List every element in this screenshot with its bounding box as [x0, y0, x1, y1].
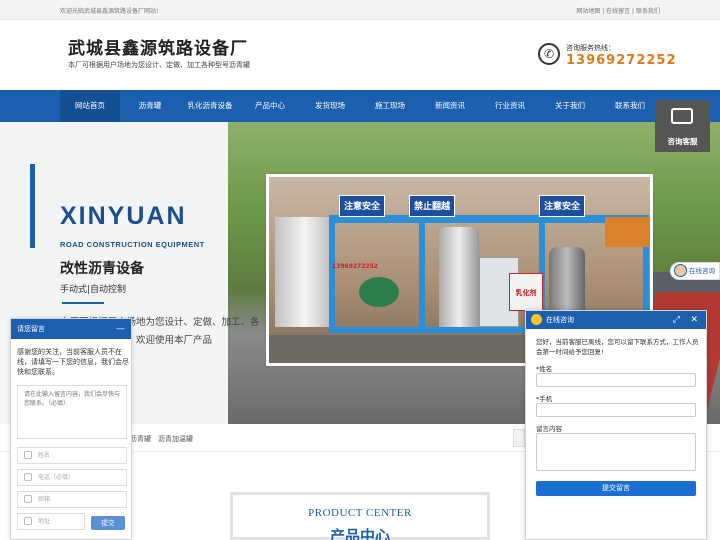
- nav-item[interactable]: 产品中心: [240, 90, 300, 122]
- nav-item[interactable]: 网站首页: [60, 90, 120, 122]
- agent-avatar-icon: [674, 264, 687, 277]
- message-textarea[interactable]: [17, 385, 127, 439]
- name-input[interactable]: 姓名: [17, 447, 127, 464]
- hotline-number: 13969272252: [566, 53, 677, 68]
- tank-middle: [439, 227, 479, 327]
- banner-mode: 手动式|自动控制: [60, 285, 127, 295]
- photo-sign-3: 注意安全: [539, 195, 586, 217]
- banner-brand-sub: ROAD CONSTRUCTION EQUIPMENT: [60, 240, 205, 249]
- chat-message: 您好，当前客服已离线，您可以留下联系方式，工作人员会第一时间给予您回复!: [536, 338, 699, 356]
- tag-link[interactable]: 沥青加温罐: [158, 434, 193, 444]
- chat-name-input[interactable]: [536, 373, 696, 387]
- nav-item[interactable]: 关于我们: [540, 90, 600, 122]
- phone-input[interactable]: 电话（必填）: [17, 469, 127, 486]
- product-center-heading: PRODUCT CENTER 产品中心: [230, 492, 490, 540]
- nav-item[interactable]: 新闻资讯: [420, 90, 480, 122]
- chat-logo-icon: [531, 314, 542, 325]
- site-header: 武城县鑫源筑路设备厂 本厂可根据用户场地为您设计、定做、加工各种型号沥青罐 ✆ …: [0, 20, 720, 90]
- photo-sign-2: 禁止翻越: [409, 195, 456, 217]
- mail-icon: [24, 495, 32, 503]
- banner-brand: XINYUAN: [60, 202, 187, 230]
- site-subtitle: 本厂可根据用户场地为您设计、定做、加工各种型号沥青罐: [68, 61, 250, 69]
- photo-phone: 13969272252: [332, 263, 378, 270]
- tag-link[interactable]: 沥青罐: [130, 434, 151, 444]
- banner-headline: 改性沥青设备: [60, 261, 144, 277]
- main-nav: 网站首页 沥青罐 乳化沥青设备 产品中心 发货现场 施工现场 新闻资讯 行业资讯 关于我们 联系我…: [0, 90, 720, 122]
- address-input[interactable]: 地址: [17, 513, 85, 530]
- leave-message-header: 请您留言 —: [11, 319, 131, 339]
- phone-small-icon: [24, 473, 32, 481]
- nav-item[interactable]: 发货现场: [300, 90, 360, 122]
- orange-tank: [605, 217, 650, 247]
- close-icon[interactable]: ✕: [690, 311, 698, 329]
- leave-message-text: 感谢您的关注，当前客服人员不在线，请填写一下您的信息，我们会尽快和您联系。: [17, 348, 129, 376]
- online-consult-badge[interactable]: 在线咨询: [670, 262, 720, 280]
- banner-accent-bar: [30, 164, 35, 248]
- leave-submit-button[interactable]: 提交: [91, 516, 125, 530]
- nav-item[interactable]: 施工现场: [360, 90, 420, 122]
- nav-list: 网站首页 沥青罐 乳化沥青设备 产品中心 发货现场 施工现场 新闻资讯 行业资讯 关于我们 联系我…: [60, 90, 660, 122]
- green-motor: [359, 277, 399, 307]
- expand-icon[interactable]: ⤢: [673, 311, 680, 329]
- top-links[interactable]: 网站地图 | 在线留言 | 联系我们: [576, 6, 660, 15]
- phone-icon: ✆: [538, 43, 560, 65]
- consult-label: 咨询客服: [667, 137, 698, 146]
- banner-mode-underline: [62, 302, 104, 304]
- user-icon: [24, 451, 32, 459]
- email-input[interactable]: 邮箱: [17, 491, 127, 508]
- photo-sign-1: 注意安全: [339, 195, 386, 217]
- welcome-text: 欢迎光临武城县鑫源筑路设备厂网站!: [60, 8, 159, 15]
- consult-service-widget[interactable]: 咨询客服: [655, 100, 710, 152]
- nav-item[interactable]: 沥青罐: [120, 90, 180, 122]
- location-icon: [24, 517, 32, 525]
- chat-submit-button[interactable]: 提交留言: [536, 481, 696, 496]
- tank-silver: [275, 217, 335, 327]
- chat-title: 在线咨询: [546, 316, 574, 324]
- online-consult-label: 在线咨询: [689, 267, 715, 275]
- chat-bubble-icon: [671, 108, 693, 124]
- name-label: *姓名: [536, 365, 553, 373]
- chat-header: 在线咨询 ⤢ ✕: [526, 311, 706, 329]
- emulsifier-box: 乳化剂: [509, 273, 543, 311]
- nav-item[interactable]: 乳化沥青设备: [180, 90, 240, 122]
- hotline-label: 咨询服务热线：: [566, 44, 615, 52]
- top-bar: 欢迎光临武城县鑫源筑路设备厂网站! 网站地图 | 在线留言 | 联系我们: [0, 0, 720, 20]
- product-center-cn: 产品中心: [329, 527, 390, 540]
- search-button[interactable]: [513, 429, 525, 447]
- leave-message-title: 请您留言: [17, 325, 45, 333]
- nav-item[interactable]: 行业资讯: [480, 90, 540, 122]
- chat-content-textarea[interactable]: [536, 433, 696, 471]
- product-center-en: PRODUCT CENTER: [308, 507, 412, 519]
- nav-item[interactable]: 联系我们: [600, 90, 660, 122]
- leave-message-panel: 请您留言 — 感谢您的关注，当前客服人员不在线，请填写一下您的信息，我们会尽快和…: [10, 318, 132, 540]
- phone-label: *手机: [536, 395, 553, 403]
- online-consult-panel: 在线咨询 ⤢ ✕ 您好，当前客服已离线，您可以留下联系方式，工作人员会第一时间给…: [525, 310, 707, 540]
- minimize-icon[interactable]: —: [116, 319, 125, 339]
- photo-label: 乳化剂: [515, 289, 537, 297]
- content-label: 留言内容: [536, 425, 562, 433]
- site-title[interactable]: 武城县鑫源筑路设备厂: [68, 34, 248, 59]
- chat-phone-input[interactable]: [536, 403, 696, 417]
